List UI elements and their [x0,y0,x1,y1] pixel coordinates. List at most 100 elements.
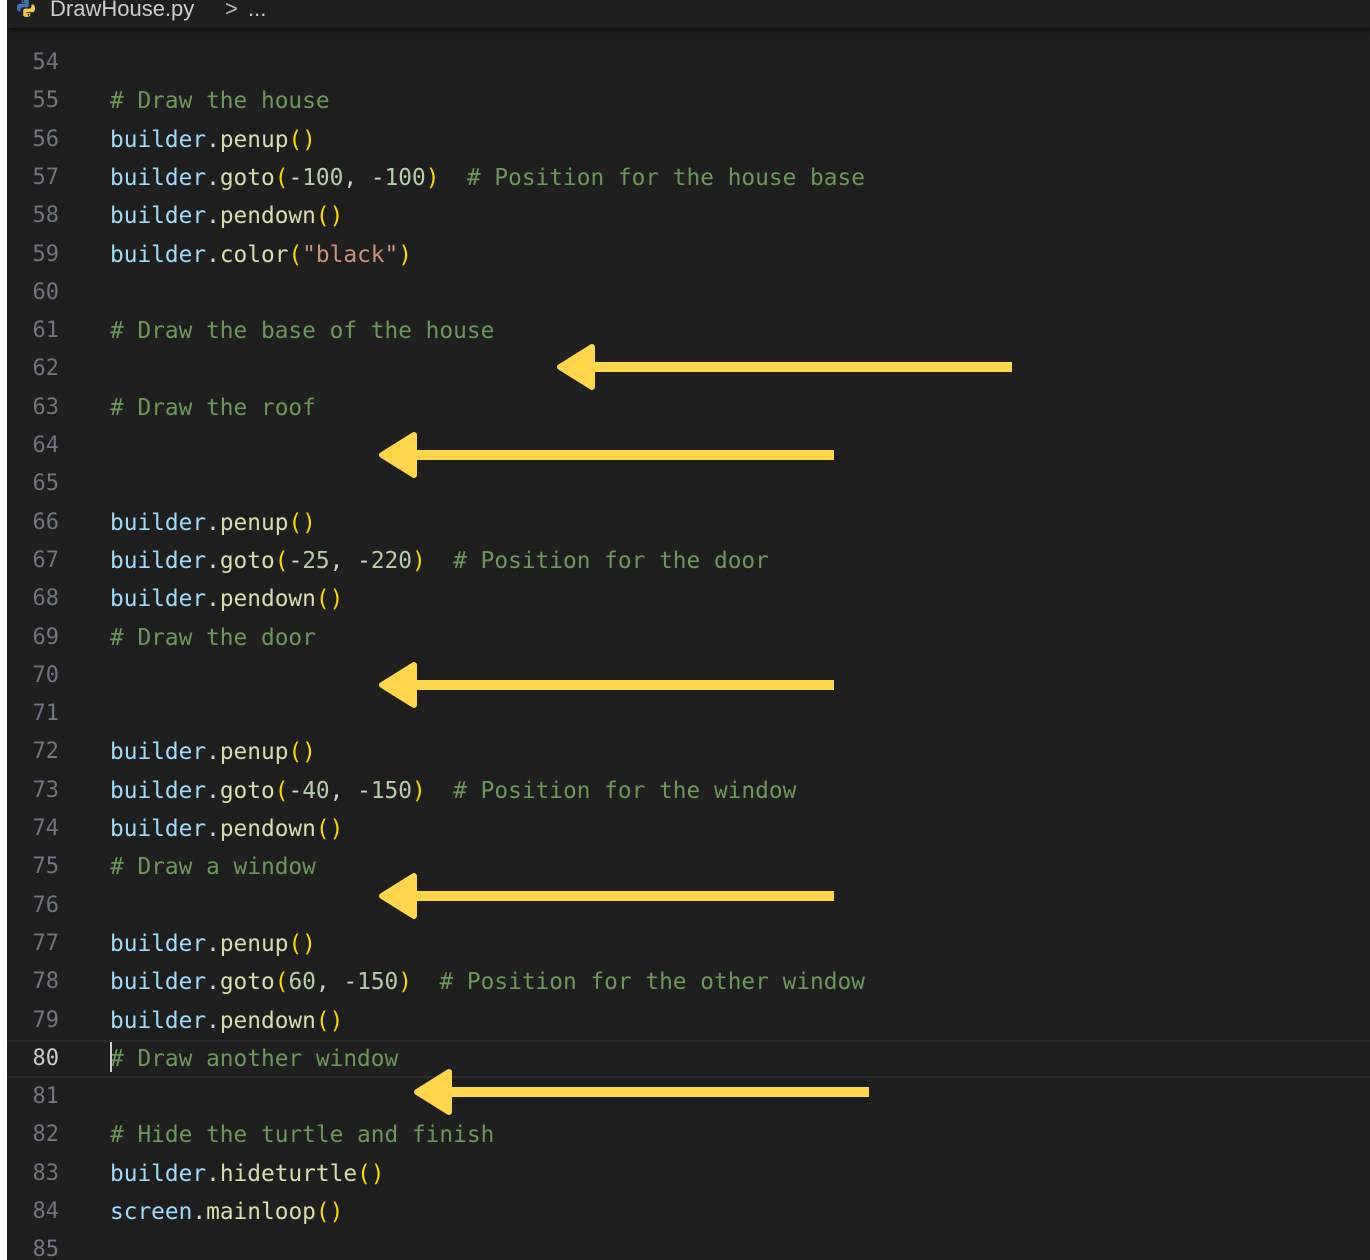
code-line[interactable]: 78 builder.goto(60, -150) # Position for … [7,963,1370,1001]
code-text: # Draw the roof [110,389,316,427]
code-line[interactable]: 77 builder.penup() [7,925,1370,963]
code-line[interactable]: 55 # Draw the house [7,82,1370,120]
code-text: builder.hideturtle() [110,1155,385,1193]
code-token: penup [219,739,289,766]
code-token: () [315,816,344,842]
code-token: builder [110,777,207,804]
code-editor[interactable]: 54 55 # Draw the house 56 builder.penup() 57 b… [7,0,1370,1260]
code-line[interactable]: 63 # Draw the roof [7,389,1370,427]
code-token: . [206,203,220,230]
editor-window: 54 55 # Draw the house 56 builder.penup() 57 b… [7,0,1370,1260]
code-token: builder [110,1007,207,1034]
code-token: ( [274,969,289,996]
code-token: . [206,164,220,191]
line-number: 62 [32,356,60,382]
code-line[interactable]: 79 builder.pendown() [7,1002,1370,1040]
code-line[interactable]: 69 # Draw the door [7,619,1370,657]
code-token: builder [110,203,207,230]
code-line[interactable]: 80 # Draw another window [7,1039,1370,1078]
code-line[interactable]: 59 builder.color("black") [7,236,1370,274]
chevron-right-icon: > [225,0,238,21]
code-line[interactable]: 85 [7,1231,1370,1260]
line-number: 79 [32,1007,60,1033]
code-text: # Draw another window [110,1042,398,1076]
breadcrumb-more[interactable]: ... [248,0,266,23]
code-token: , - [329,547,371,574]
code-token: pendown [219,816,316,842]
code-token: , - [329,777,371,804]
code-text: # Draw the base of the house [110,312,494,350]
code-token: . [206,1160,220,1187]
code-text: builder.pendown() [110,580,343,618]
code-line[interactable]: 58 builder.pendown() [7,197,1370,235]
line-number: 66 [32,509,60,535]
code-line[interactable]: 54 [7,44,1370,82]
code-line[interactable]: 60 [7,274,1370,312]
code-text: builder.penup() [110,121,316,159]
code-token: color [219,241,289,268]
code-line[interactable]: 57 builder.goto(-100, -100) # Position fo… [7,159,1370,197]
code-line[interactable]: 67 builder.goto(-25, -220) # Position for… [7,542,1370,580]
code-token: pendown [219,1007,316,1034]
code-line[interactable]: 61 # Draw the base of the house [7,312,1370,350]
code-token: , - [343,164,385,191]
code-token: builder [110,547,207,574]
code-line[interactable]: 64 [7,427,1370,465]
code-token: - [288,547,303,574]
code-line[interactable]: 70 [7,657,1370,695]
code-token: penup [219,930,289,957]
line-number: 76 [32,892,60,918]
code-line[interactable]: 68 builder.pendown() [7,580,1370,618]
code-token: goto [219,777,275,804]
code-line[interactable]: 65 [7,465,1370,503]
code-token: () [315,1007,344,1034]
code-text: builder.goto(-40, -150) # Position for t… [110,772,796,810]
code-line[interactable]: 84 screen.mainloop() [7,1193,1370,1231]
code-token: builder [110,969,207,996]
code-token: hideturtle [219,1160,358,1187]
code-line[interactable]: 71 [7,695,1370,733]
code-text: builder.goto(-25, -220) # Position for t… [110,542,769,580]
code-token: . [206,969,220,996]
code-line[interactable]: 62 [7,350,1370,388]
breadcrumb: DrawHouse.py > ... [7,0,1370,28]
code-token: () [288,739,316,766]
code-text: # Hide the turtle and finish [110,1116,494,1154]
code-token: mainloop [206,1199,316,1225]
code-token: . [206,241,220,268]
code-token: # Draw the door [110,624,316,651]
code-text: builder.color("black") [110,236,412,274]
code-token: # Draw the base of the house [110,318,495,345]
code-line[interactable]: 56 builder.penup() [7,121,1370,159]
code-token: penup [219,126,289,153]
code-token: . [192,1199,207,1225]
code-token: # Position for the other window [439,969,865,996]
code-token: builder [110,1160,207,1187]
code-token: 150 [370,777,413,804]
code-line[interactable]: 74 builder.pendown() [7,810,1370,848]
code-line[interactable]: 75 # Draw a window [7,848,1370,886]
code-line[interactable]: 72 builder.penup() [7,733,1370,771]
code-token: ( [274,547,289,574]
code-token: # Draw the house [110,88,330,115]
code-line[interactable]: 73 builder.goto(-40, -150) # Position for… [7,772,1370,810]
code-token: ) [425,164,440,191]
line-number: 81 [32,1084,60,1110]
code-text: builder.pendown() [110,1002,343,1040]
line-number: 70 [32,662,60,688]
code-line[interactable]: 66 builder.penup() [7,504,1370,542]
code-line[interactable]: 82 # Hide the turtle and finish [7,1116,1370,1154]
code-line[interactable]: 76 [7,887,1370,925]
code-line[interactable]: 83 builder.hideturtle() [7,1155,1370,1193]
code-token: () [288,930,316,957]
code-token: ) [398,241,412,268]
code-token: builder [110,816,207,842]
code-token: () [315,1199,344,1225]
code-token: 220 [370,547,413,574]
code-line[interactable]: 81 [7,1078,1370,1116]
breadcrumb-file-name[interactable]: DrawHouse.py [50,0,194,23]
code-token: - [288,777,303,804]
